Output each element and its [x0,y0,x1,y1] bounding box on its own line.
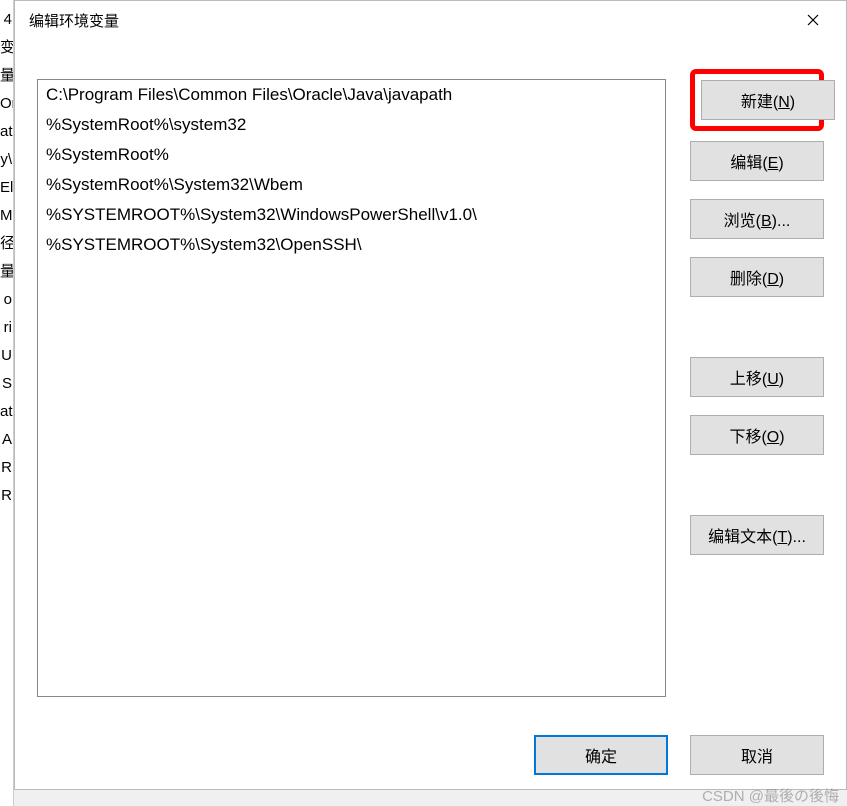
move-down-button[interactable]: 下移(O) [690,415,824,455]
main-area: C:\Program Files\Common Files\Oracle\Jav… [37,79,824,709]
delete-button[interactable]: 删除(D) [690,257,824,297]
edit-button[interactable]: 编辑(E) [690,141,824,181]
edit-env-var-dialog: 编辑环境变量 C:\Program Files\Common Files\Ora… [14,0,847,790]
list-item[interactable]: %SystemRoot% [38,140,665,170]
new-button[interactable]: 新建(N) [701,80,835,120]
bottom-button-row: 确定 取消 [37,709,824,775]
move-up-button[interactable]: 上移(U) [690,357,824,397]
close-button[interactable] [790,5,836,35]
list-item[interactable]: %SYSTEMROOT%\System32\WindowsPowerShell\… [38,200,665,230]
dialog-title: 编辑环境变量 [29,10,790,31]
list-item[interactable]: C:\Program Files\Common Files\Oracle\Jav… [38,80,665,110]
list-item[interactable]: %SystemRoot%\System32\Wbem [38,170,665,200]
dialog-body: C:\Program Files\Common Files\Oracle\Jav… [15,39,846,789]
list-item[interactable]: %SYSTEMROOT%\System32\OpenSSH\ [38,230,665,260]
ok-button[interactable]: 确定 [534,735,668,775]
path-listbox[interactable]: C:\Program Files\Common Files\Oracle\Jav… [37,79,666,697]
browse-button[interactable]: 浏览(B)... [690,199,824,239]
background-window-fragments: 4 变量Onaty\ElM 径 量oriUSatARR [0,0,14,806]
button-column: 新建(N) 编辑(E) 浏览(B)... 删除(D) 上移(U) 下移(O) [690,79,824,709]
list-item[interactable]: %SystemRoot%\system32 [38,110,665,140]
edit-text-button[interactable]: 编辑文本(T)... [690,515,824,555]
new-button-highlight: 新建(N) [690,69,824,131]
titlebar: 编辑环境变量 [15,1,846,39]
cancel-button[interactable]: 取消 [690,735,824,775]
watermark: CSDN @最後の後悔 [702,785,839,806]
close-icon [807,14,819,26]
